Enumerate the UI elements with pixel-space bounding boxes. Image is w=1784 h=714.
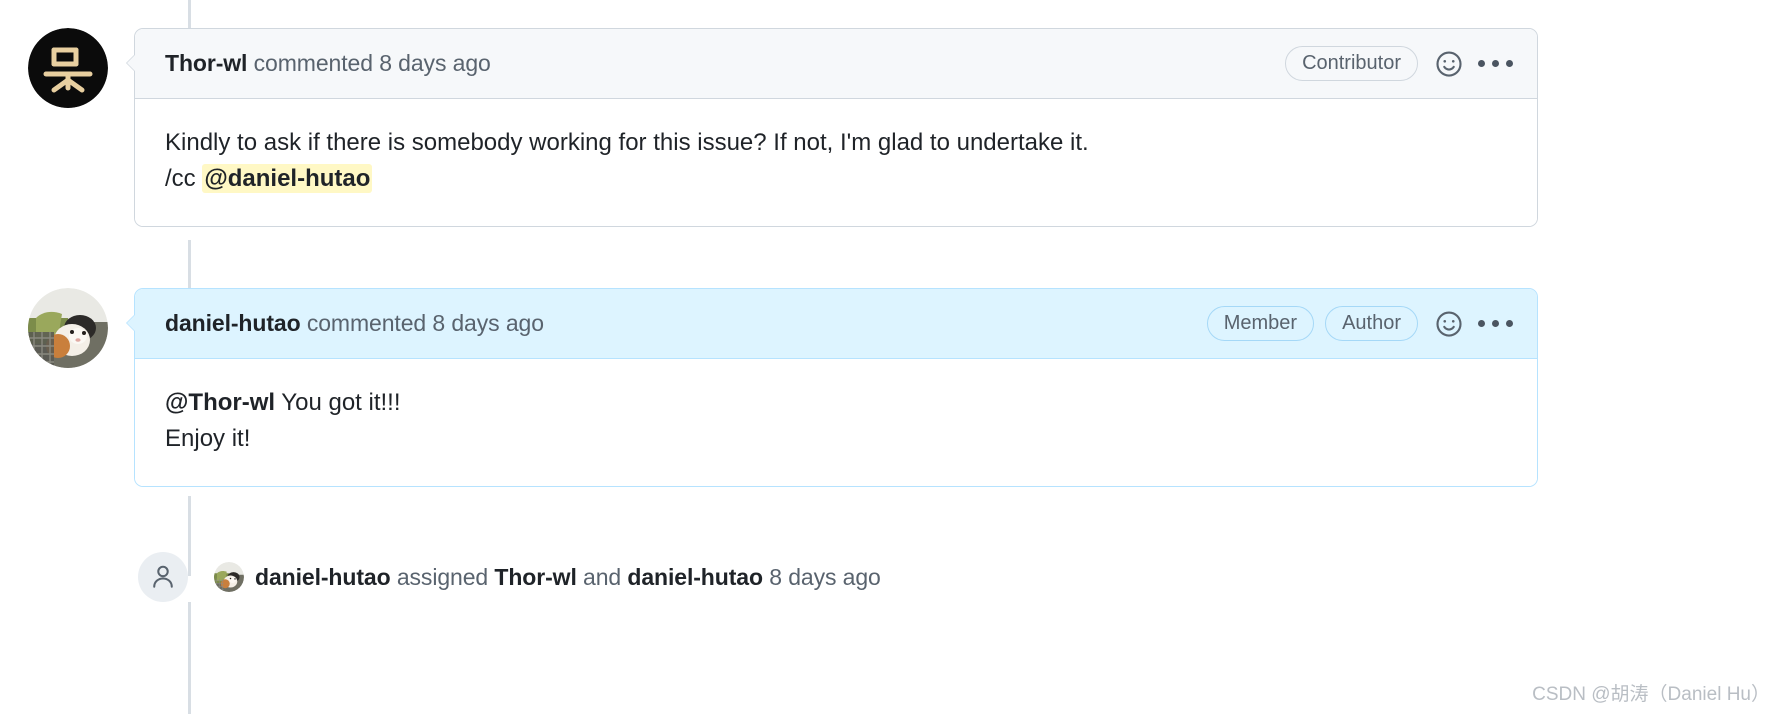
event-timestamp: 8 days ago bbox=[762, 563, 881, 590]
comment-action-text: commented 8 days ago bbox=[253, 50, 491, 76]
event-conjunction: and bbox=[576, 563, 628, 590]
comment-arrow-fill bbox=[127, 314, 136, 332]
comment-byline: Thor-wl commented 8 days ago bbox=[165, 50, 491, 77]
event-assignee-1[interactable]: Thor-wl bbox=[494, 564, 576, 590]
avatar[interactable] bbox=[28, 28, 108, 108]
comment-body-line-1: @Thor-wl You got it!!! bbox=[165, 385, 1507, 421]
event-actor-avatar[interactable] bbox=[214, 562, 244, 592]
comment-thread-item-thor-wl: Thor-wl commented 8 days ago Contributor bbox=[28, 28, 1538, 227]
watermark: CSDN @胡涛（Daniel Hu） bbox=[1532, 684, 1770, 705]
comment-author-link[interactable]: daniel-hutao bbox=[165, 310, 301, 336]
comment-header: Thor-wl commented 8 days ago Contributor bbox=[135, 29, 1537, 99]
avatar[interactable] bbox=[28, 288, 108, 368]
comment-action-text: commented 8 days ago bbox=[306, 310, 544, 336]
timeline-event-text: daniel-hutao assigned Thor-wl and daniel… bbox=[255, 564, 881, 591]
comment-byline: daniel-hutao commented 8 days ago bbox=[165, 310, 544, 337]
comment-header: daniel-hutao commented 8 days ago Member… bbox=[135, 289, 1537, 359]
kebab-menu-icon[interactable] bbox=[1478, 60, 1513, 67]
timeline-rail-bottom bbox=[188, 602, 191, 714]
badge-member: Member bbox=[1206, 306, 1315, 341]
comment-author-link[interactable]: Thor-wl bbox=[165, 50, 247, 76]
badge-contributor: Contributor bbox=[1285, 46, 1418, 81]
comment-body: @Thor-wl You got it!!! Enjoy it! bbox=[135, 359, 1537, 486]
issue-thread-page: Thor-wl commented 8 days ago Contributor bbox=[0, 0, 1784, 714]
comment-arrow-fill bbox=[127, 54, 136, 72]
comment-thread-item-daniel-hutao: daniel-hutao commented 8 days ago Member… bbox=[28, 288, 1538, 487]
smiley-icon[interactable] bbox=[1434, 309, 1464, 339]
timeline-event-assigned: daniel-hutao assigned Thor-wl and daniel… bbox=[138, 552, 881, 602]
kebab-menu-icon[interactable] bbox=[1478, 320, 1513, 327]
event-actor-link[interactable]: daniel-hutao bbox=[255, 564, 391, 590]
mention-daniel-hutao[interactable]: @daniel-hutao bbox=[202, 164, 373, 194]
comment-card: daniel-hutao commented 8 days ago Member… bbox=[126, 288, 1538, 487]
comment-body-line-2: Enjoy it! bbox=[165, 425, 251, 453]
comment-body-line-1-rest: You got it!!! bbox=[275, 389, 401, 416]
badge-author: Author bbox=[1325, 306, 1418, 341]
smiley-icon[interactable] bbox=[1434, 49, 1464, 79]
mention-thor-wl[interactable]: @Thor-wl bbox=[165, 389, 275, 416]
comment-body-line-1: Kindly to ask if there is somebody worki… bbox=[165, 129, 1089, 156]
event-verb: assigned bbox=[390, 563, 495, 590]
comment-card: Thor-wl commented 8 days ago Contributor bbox=[126, 28, 1538, 227]
event-assignee-2[interactable]: daniel-hutao bbox=[627, 564, 763, 590]
comment-body-line-2: /cc @daniel-hutao bbox=[165, 161, 1507, 197]
person-icon bbox=[138, 552, 188, 602]
comment-body: Kindly to ask if there is somebody worki… bbox=[135, 99, 1537, 226]
comment-body-line-2-prefix: /cc bbox=[165, 165, 203, 193]
